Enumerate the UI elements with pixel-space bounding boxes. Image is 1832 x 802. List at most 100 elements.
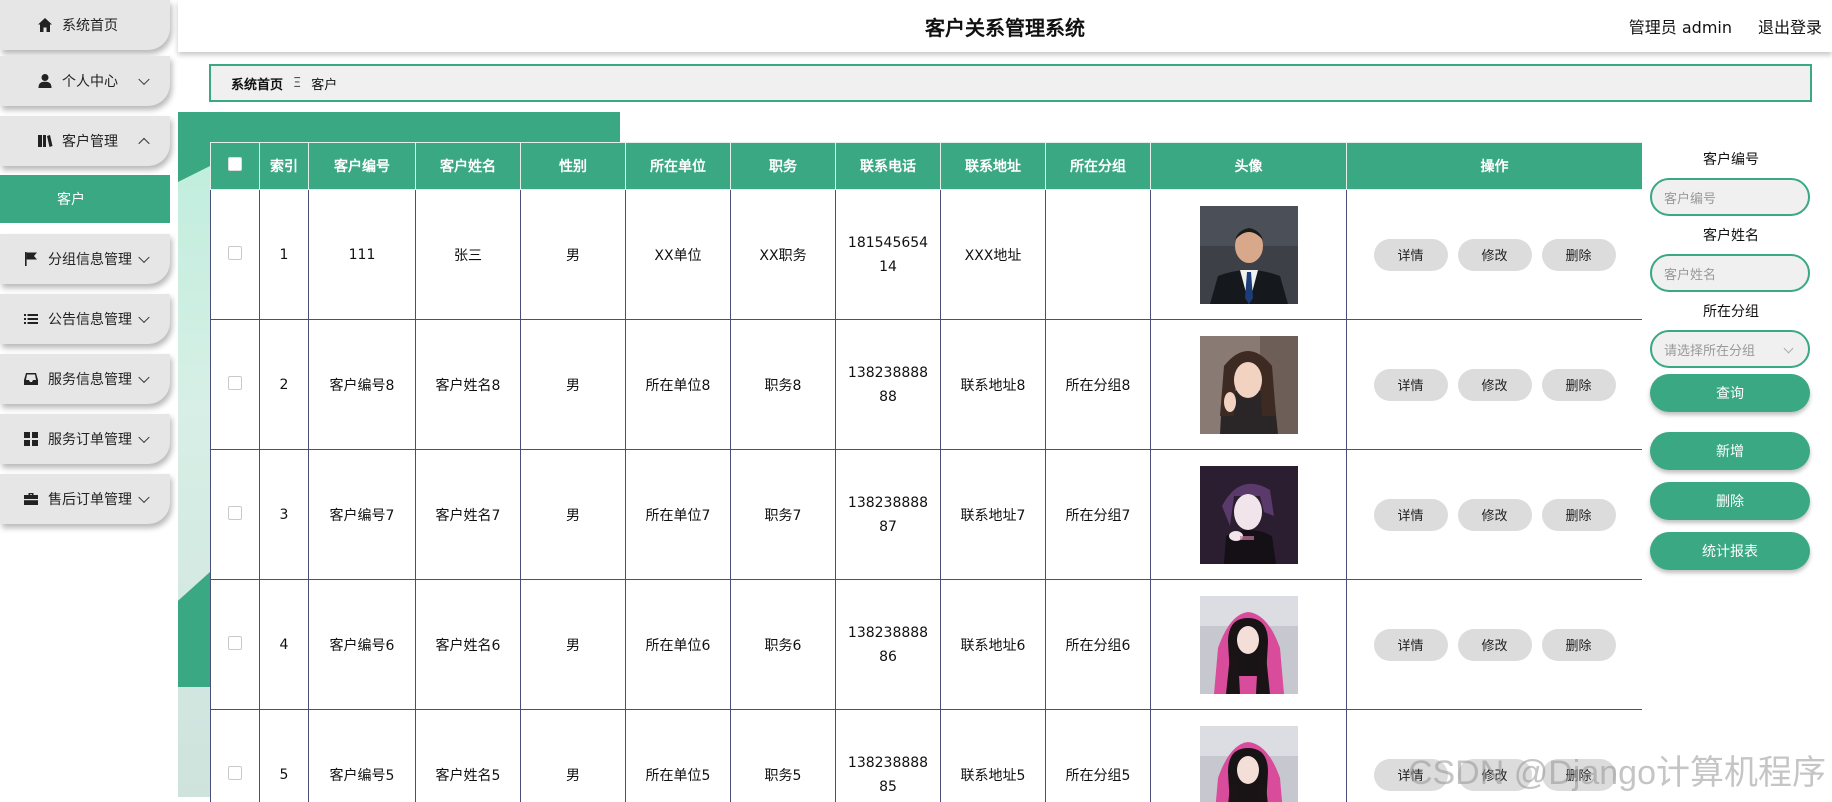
row-select-cell[interactable] [211, 580, 260, 710]
column-header: 客户编号 [309, 143, 416, 190]
breadcrumb: 系统首页 Ξ 客户 [209, 64, 1812, 102]
name-input[interactable]: 客户姓名 [1650, 254, 1810, 292]
logout-link[interactable]: 退出登录 [1758, 14, 1822, 38]
sidebar-item-services[interactable]: 服务信息管理 [0, 354, 170, 404]
delete-button[interactable]: 删除 [1542, 369, 1616, 401]
cell-name: 客户姓名8 [416, 320, 521, 450]
cell-avatar [1151, 190, 1347, 320]
row-checkbox[interactable] [228, 246, 242, 260]
page-title: 客户关系管理系统 [178, 12, 1832, 41]
cell-index: 3 [260, 450, 309, 580]
cell-address: 联系地址8 [941, 320, 1046, 450]
query-button[interactable]: 查询 [1650, 374, 1810, 412]
watermark: CSDN @Django计算机程序 [1408, 745, 1826, 794]
cell-actions: 详情 修改 删除 [1347, 190, 1643, 320]
cell-unit: 所在单位8 [626, 320, 731, 450]
edit-button[interactable]: 修改 [1458, 499, 1532, 531]
row-select-cell[interactable] [211, 190, 260, 320]
row-select-cell[interactable] [211, 710, 260, 802]
detail-button[interactable]: 详情 [1374, 499, 1448, 531]
cell-group: 所在分组8 [1046, 320, 1151, 450]
edit-button[interactable]: 修改 [1458, 629, 1532, 661]
detail-button[interactable]: 详情 [1374, 239, 1448, 271]
chevron-down-icon [138, 312, 149, 323]
cell-code: 111 [309, 190, 416, 320]
inbox-icon [22, 370, 40, 388]
cell-job: 职务6 [731, 580, 836, 710]
delete-button[interactable]: 删除 [1542, 499, 1616, 531]
cell-gender: 男 [521, 450, 626, 580]
select-all-checkbox[interactable] [228, 157, 242, 171]
sidebar-item-aftersale-orders[interactable]: 售后订单管理 [0, 474, 170, 524]
group-select[interactable]: 请选择所在分组 [1650, 330, 1810, 368]
cell-gender: 男 [521, 710, 626, 802]
chevron-down-icon [1784, 344, 1794, 354]
breadcrumb-separator: Ξ [293, 76, 301, 91]
cell-avatar [1151, 450, 1347, 580]
decorative-tab [178, 112, 620, 142]
current-user: 管理员 admin [1629, 14, 1732, 38]
cell-gender: 男 [521, 320, 626, 450]
briefcase-icon [22, 490, 40, 508]
sidebar-item-groups[interactable]: 分组信息管理 [0, 234, 170, 284]
column-header: 客户姓名 [416, 143, 521, 190]
row-checkbox[interactable] [228, 766, 242, 780]
breadcrumb-current: 客户 [311, 74, 337, 93]
cell-code: 客户编号7 [309, 450, 416, 580]
report-button[interactable]: 统计报表 [1650, 532, 1810, 570]
sidebar-subitem-customer[interactable]: 客户 [0, 175, 170, 223]
sidebar-item-service-orders[interactable]: 服务订单管理 [0, 414, 170, 464]
column-header: 联系电话 [836, 143, 941, 190]
cell-address: 联系地址5 [941, 710, 1046, 802]
code-input[interactable]: 客户编号 [1650, 178, 1810, 216]
cell-name: 客户姓名5 [416, 710, 521, 802]
add-button[interactable]: 新增 [1650, 432, 1810, 470]
phone-text: 13823888886 [846, 621, 930, 669]
column-header: 操作 [1347, 143, 1643, 190]
column-header: 头像 [1151, 143, 1347, 190]
batch-delete-button[interactable]: 删除 [1650, 482, 1810, 520]
sidebar-item-notices[interactable]: 公告信息管理 [0, 294, 170, 344]
avatar [1200, 726, 1298, 802]
cell-group: 所在分组6 [1046, 580, 1151, 710]
book-icon [36, 132, 54, 150]
decorative-band [178, 142, 210, 182]
sidebar-item-home[interactable]: 系统首页 [0, 0, 170, 50]
column-header: 索引 [260, 143, 309, 190]
breadcrumb-home[interactable]: 系统首页 [231, 74, 283, 93]
cell-phone: 13823888885 [836, 710, 941, 802]
row-checkbox[interactable] [228, 636, 242, 650]
row-select-cell[interactable] [211, 320, 260, 450]
detail-button[interactable]: 详情 [1374, 629, 1448, 661]
sidebar-item-label: 售后订单管理 [48, 489, 132, 509]
sidebar-item-customers[interactable]: 客户管理 [0, 116, 170, 166]
delete-button[interactable]: 删除 [1542, 239, 1616, 271]
delete-button[interactable]: 删除 [1542, 629, 1616, 661]
column-header: 所在单位 [626, 143, 731, 190]
cell-actions: 详情 修改 删除 [1347, 450, 1643, 580]
cell-job: 职务7 [731, 450, 836, 580]
cell-unit: 所在单位7 [626, 450, 731, 580]
table-row: 3客户编号7客户姓名7男所在单位7职务713823888887联系地址7所在分组… [211, 450, 1643, 580]
table-header-row: 索引 客户编号 客户姓名 性别 所在单位 职务 联系电话 联系地址 所在分组 头… [211, 143, 1643, 190]
chevron-up-icon [138, 138, 149, 149]
row-select-cell[interactable] [211, 450, 260, 580]
customer-table: 索引 客户编号 客户姓名 性别 所在单位 职务 联系电话 联系地址 所在分组 头… [210, 142, 1642, 802]
detail-button[interactable]: 详情 [1374, 369, 1448, 401]
select-all-header[interactable] [211, 143, 260, 190]
group-label: 所在分组 [1650, 302, 1812, 322]
row-checkbox[interactable] [228, 376, 242, 390]
edit-button[interactable]: 修改 [1458, 239, 1532, 271]
avatar [1200, 596, 1298, 694]
row-checkbox[interactable] [228, 506, 242, 520]
cell-avatar [1151, 580, 1347, 710]
cell-index: 4 [260, 580, 309, 710]
cell-code: 客户编号8 [309, 320, 416, 450]
flag-icon [22, 250, 40, 268]
phone-text: 18154565414 [846, 231, 930, 279]
cell-name: 张三 [416, 190, 521, 320]
code-label: 客户编号 [1650, 150, 1812, 170]
cell-actions: 详情 修改 删除 [1347, 320, 1643, 450]
edit-button[interactable]: 修改 [1458, 369, 1532, 401]
sidebar-item-profile[interactable]: 个人中心 [0, 56, 170, 106]
